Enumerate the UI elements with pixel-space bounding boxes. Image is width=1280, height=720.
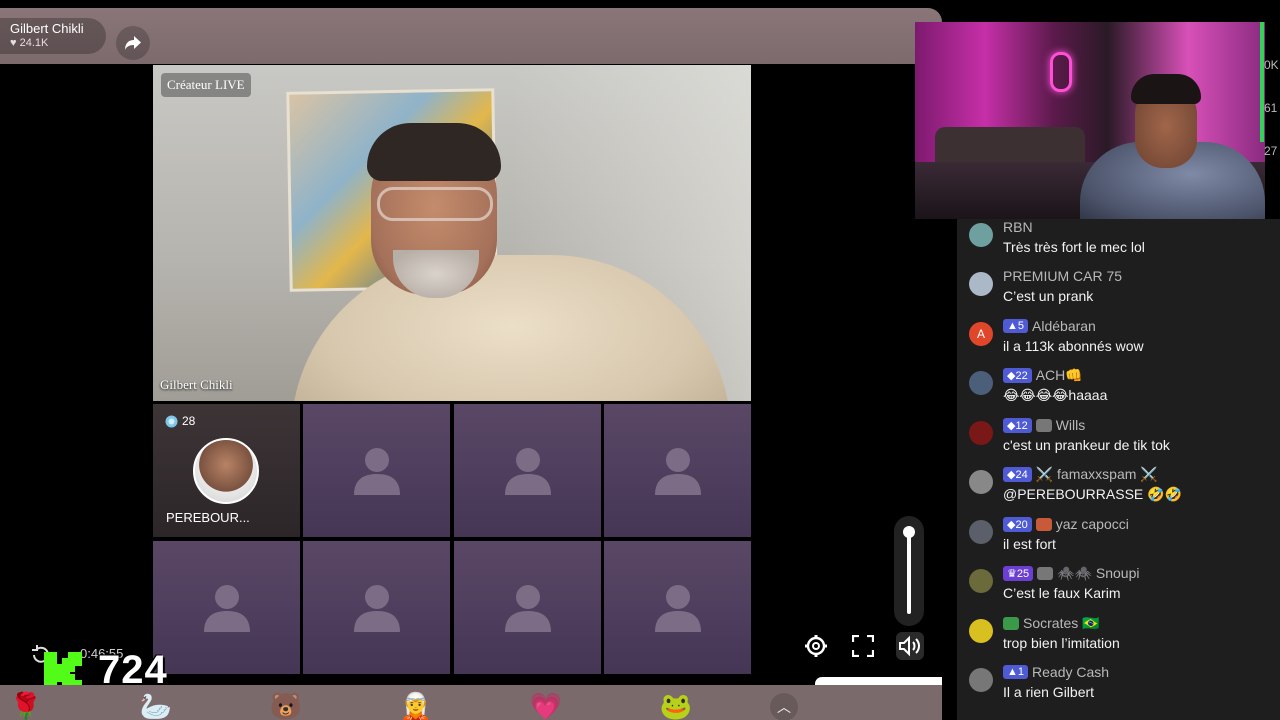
chevron-up-icon[interactable]: ︿ <box>770 693 798 720</box>
streamer-webcam <box>915 22 1265 219</box>
chat-username[interactable]: Aldébaran <box>1032 318 1096 334</box>
frog-gift-icon[interactable]: 🐸 <box>658 689 694 720</box>
user-placeholder-icon <box>203 584 250 632</box>
host-profile[interactable]: Gilbert Chikli ♥ 24.1K <box>0 18 106 54</box>
host-name: Gilbert Chikli <box>10 21 84 36</box>
level-badge: ♛25 <box>1003 566 1034 581</box>
side-number: 0K <box>1264 58 1279 72</box>
avatar[interactable] <box>969 223 993 247</box>
volume-handle[interactable] <box>903 526 915 538</box>
host-likes: ♥ 24.1K <box>10 37 49 49</box>
volume-track <box>907 530 911 614</box>
guest-name: PEREBOUR... <box>166 510 250 525</box>
guest-avatar <box>193 438 259 504</box>
chat-text: Il a rien Gilbert <box>1003 684 1095 700</box>
chat-text: C’est un prank <box>1003 288 1094 304</box>
elf-gift-icon[interactable]: 🧝 <box>398 689 434 720</box>
user-placeholder-icon <box>654 584 701 632</box>
fullscreen-button[interactable] <box>849 632 877 660</box>
avatar[interactable] <box>969 619 993 643</box>
chat-text: Très très fort le mec lol <box>1003 239 1145 255</box>
chat-text: C’est le faux Karim <box>1003 585 1121 601</box>
level-badge: ▲5 <box>1003 319 1029 333</box>
guest-badge: 28 <box>165 414 195 428</box>
top-bar: Gilbert Chikli ♥ 24.1K <box>0 8 942 64</box>
shield-badge-icon <box>1037 567 1054 580</box>
live-area: Gilbert Chikli ♥ 24.1K Créateur LIVE Gil… <box>0 8 942 720</box>
swan-gift-icon[interactable]: 🦢 <box>138 689 174 720</box>
gear-icon <box>805 635 827 657</box>
chat-username[interactable]: ⚔️ famaxxspam ⚔️ <box>1036 466 1158 483</box>
empty-slot[interactable] <box>303 541 450 674</box>
chat-text: trop bien l’imitation <box>1003 635 1120 651</box>
user-placeholder-icon <box>504 584 551 632</box>
side-number: 61 <box>1264 101 1278 115</box>
avatar[interactable] <box>969 668 993 692</box>
chat-text: il est fort <box>1003 536 1056 552</box>
main-cam-name: Gilbert Chikli <box>160 377 233 392</box>
chat-text: @PEREBOURRASSE 🤣🤣 <box>1003 486 1182 502</box>
user-placeholder-icon <box>353 447 400 495</box>
level-badge: ▲1 <box>1003 665 1029 679</box>
stage: Gilbert Chikli ♥ 24.1K Créateur LIVE Gil… <box>0 0 1280 720</box>
heart-badge-icon <box>1035 517 1052 531</box>
chat-username[interactable]: ACH👊 <box>1036 367 1083 384</box>
chat-text: il a 113k abonnés wow <box>1003 338 1144 354</box>
level-badge: ◆20 <box>1003 516 1032 532</box>
main-video: Créateur LIVE Gilbert Chikli <box>153 65 751 401</box>
flag-badge-icon <box>1003 617 1019 630</box>
level-badge: ◆12 <box>1003 417 1032 433</box>
share-icon <box>125 36 141 50</box>
empty-slot[interactable] <box>153 541 300 674</box>
mute-button[interactable] <box>896 632 924 660</box>
guest-slot-1[interactable]: 28 PEREBOUR... <box>153 404 300 537</box>
chat-username[interactable]: Wills <box>1056 417 1086 433</box>
guest-count: 28 <box>182 414 196 428</box>
heart-hands-gift-icon[interactable]: 💗 <box>528 689 564 720</box>
empty-slot[interactable] <box>303 404 450 537</box>
settings-button[interactable] <box>802 632 830 660</box>
shield-badge-icon <box>1035 418 1052 432</box>
chat-username[interactable]: RBN <box>1003 219 1033 235</box>
user-placeholder-icon <box>654 447 701 495</box>
avatar[interactable] <box>969 470 993 494</box>
speaker-icon <box>899 635 920 657</box>
user-placeholder-icon <box>504 447 551 495</box>
chat-text: 😂😂😂😂haaaa <box>1003 387 1108 403</box>
empty-slot[interactable] <box>604 541 751 674</box>
avatar[interactable] <box>969 371 993 395</box>
level-badge: ◆22 <box>1003 368 1032 383</box>
chat-username[interactable]: yaz capocci <box>1056 516 1129 532</box>
bear-gift-icon[interactable]: 🐻 <box>268 689 304 720</box>
likes-count: 24.1K <box>19 37 49 49</box>
chat-text: c'est un prankeur de tik tok <box>1003 437 1170 453</box>
chat-username[interactable]: Socrates 🇧🇷 <box>1023 615 1100 632</box>
user-placeholder-icon <box>353 584 400 632</box>
empty-slot[interactable] <box>604 404 751 537</box>
share-button[interactable] <box>116 26 150 60</box>
chat-username[interactable]: 🕷️🕷️ Snoupi <box>1057 565 1139 582</box>
side-number: 27 <box>1264 144 1278 158</box>
fullscreen-icon <box>852 635 874 657</box>
chat-username[interactable]: PREMIUM CAR 75 <box>1003 268 1122 284</box>
rose-gift-icon[interactable]: 🌹 <box>8 689 44 720</box>
audio-level-bar <box>1260 22 1264 142</box>
avatar[interactable]: A <box>969 322 993 346</box>
neon-sign <box>1050 52 1072 92</box>
creator-live-tag: Créateur LIVE <box>161 73 251 97</box>
chat-panel: RBN Très très fort le mec lol PREMIUM CA… <box>957 219 1280 720</box>
avatar[interactable] <box>969 520 993 544</box>
volume-slider[interactable] <box>894 516 924 626</box>
gift-bar: 🌹 🦢 🐻 🧝 💗 🐸 ︿ <box>0 685 942 720</box>
empty-slot[interactable] <box>454 404 601 537</box>
avatar[interactable] <box>969 272 993 296</box>
diamond-icon <box>165 415 178 427</box>
empty-slot[interactable] <box>454 541 601 674</box>
avatar[interactable] <box>969 421 993 445</box>
avatar[interactable] <box>969 569 993 593</box>
level-badge: ◆24 <box>1003 467 1032 482</box>
chat-username[interactable]: Ready Cash <box>1032 664 1109 680</box>
